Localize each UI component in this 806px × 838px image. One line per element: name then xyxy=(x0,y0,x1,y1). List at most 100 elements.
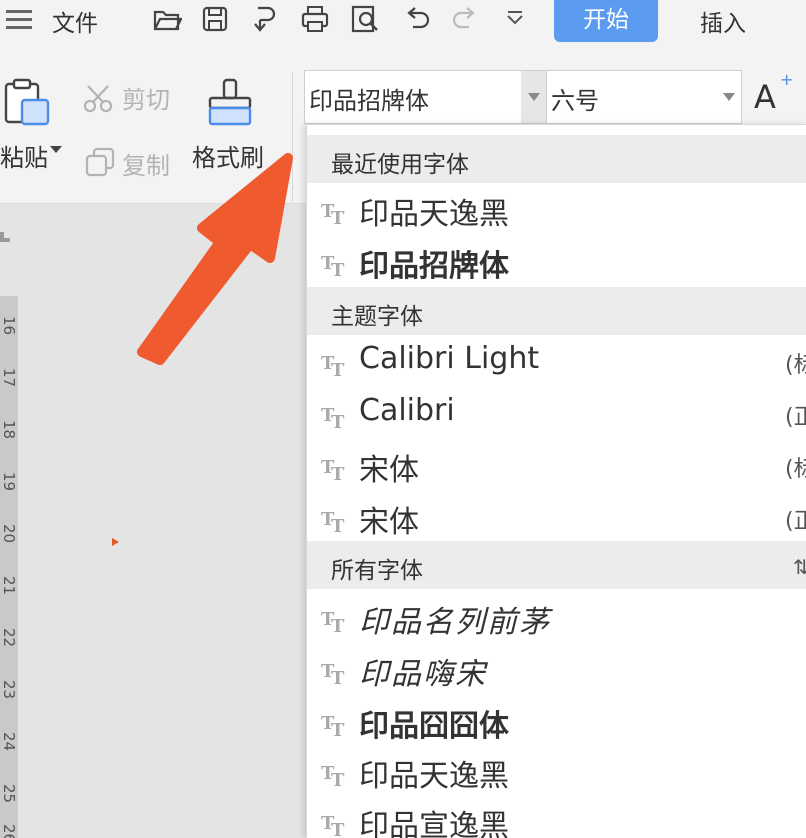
copy-icon xyxy=(85,147,115,177)
save-icon[interactable] xyxy=(200,4,230,34)
ruler-corner xyxy=(0,232,10,242)
svg-text:T: T xyxy=(331,360,345,377)
font-item-label: 印品招牌体 xyxy=(359,249,509,284)
truetype-icon: TT xyxy=(321,713,345,737)
ruler-number: 16 xyxy=(0,316,18,336)
ruler-number: 21 xyxy=(0,576,18,596)
text-cursor-marker xyxy=(112,538,119,546)
ruler-number: 26 xyxy=(0,824,18,838)
font-item[interactable]: TT 印品名列前茅 xyxy=(307,591,806,643)
font-item-label: 宋体 xyxy=(359,453,419,488)
font-item-label: 印品宣逸黑 xyxy=(359,809,509,838)
font-dropdown-panel[interactable]: 最近使用字体 TT 印品天逸黑 TT 印品招牌体 主题字体 TT Calibri… xyxy=(306,124,806,838)
font-name-value[interactable]: 印品招牌体 xyxy=(309,81,429,116)
font-item-label: 印品名列前茅 xyxy=(359,605,551,640)
ruler-number: 22 xyxy=(0,628,18,648)
font-item[interactable]: TT 印品囧囧体 xyxy=(307,695,806,747)
annotation-arrow-icon xyxy=(137,153,293,365)
font-item-tag: (标 xyxy=(785,353,806,378)
font-item[interactable]: TT 印品嗨宋 xyxy=(307,643,806,695)
print-preview-icon[interactable] xyxy=(350,4,380,34)
ruler-number: 24 xyxy=(0,732,18,752)
font-item[interactable]: TT 宋体 (正 xyxy=(307,491,806,543)
open-folder-icon[interactable] xyxy=(152,4,183,34)
paste-dropdown-icon[interactable] xyxy=(50,146,62,153)
font-item-label: 印品天逸黑 xyxy=(359,759,509,794)
more-dropdown-icon[interactable] xyxy=(500,4,530,34)
ruler-number: 17 xyxy=(0,368,18,388)
svg-text:T: T xyxy=(331,770,345,787)
scissors-icon xyxy=(83,85,113,113)
title-bar: 文件 开始 插入 xyxy=(0,0,806,42)
redo-icon[interactable] xyxy=(450,4,480,34)
undo-icon[interactable] xyxy=(402,4,432,34)
truetype-icon: TT xyxy=(321,813,345,837)
ruler-number: 23 xyxy=(0,680,18,700)
truetype-icon: TT xyxy=(321,405,345,429)
section-title: 主题字体 xyxy=(331,304,423,330)
font-item-label: Calibri xyxy=(359,393,455,428)
font-item[interactable]: TT Calibri Light (标 xyxy=(307,335,806,387)
vertical-ruler: 16 17 18 19 20 21 22 23 24 25 26 xyxy=(0,296,18,838)
svg-text:T: T xyxy=(331,464,345,481)
svg-text:T: T xyxy=(331,668,345,685)
export-icon[interactable] xyxy=(250,4,280,34)
font-item[interactable]: TT 印品天逸黑 xyxy=(307,183,806,235)
svg-text:T: T xyxy=(331,616,345,633)
font-item-label: 宋体 xyxy=(359,505,419,540)
font-item-label: 印品囧囧体 xyxy=(359,709,509,744)
truetype-icon: TT xyxy=(321,457,345,481)
paste-icon[interactable] xyxy=(2,78,52,128)
truetype-icon: TT xyxy=(321,661,345,685)
font-item[interactable]: TT Calibri (正 xyxy=(307,387,806,439)
font-item-tag: (正 xyxy=(785,405,806,430)
tab-start[interactable]: 开始 xyxy=(554,0,658,42)
truetype-icon: TT xyxy=(321,353,345,377)
ruler-number: 25 xyxy=(0,784,18,804)
font-item-tag: (正 xyxy=(785,509,806,534)
ruler-number: 18 xyxy=(0,420,18,440)
section-title: 所有字体 xyxy=(331,558,423,584)
sort-icon[interactable]: ⇅ xyxy=(793,555,806,579)
font-item-label: 印品天逸黑 xyxy=(359,197,509,232)
section-title: 最近使用字体 xyxy=(331,152,469,178)
file-menu[interactable]: 文件 xyxy=(52,4,98,38)
font-size-combobox[interactable]: 六号 xyxy=(546,70,742,124)
svg-text:T: T xyxy=(331,260,345,277)
truetype-icon: TT xyxy=(321,609,345,633)
truetype-icon: TT xyxy=(321,509,345,533)
increase-font-size-button[interactable]: A + xyxy=(754,70,793,116)
svg-text:T: T xyxy=(331,516,345,533)
format-painter-icon[interactable] xyxy=(206,78,254,128)
svg-text:T: T xyxy=(331,720,345,737)
tab-insert[interactable]: 插入 xyxy=(700,4,746,38)
font-item[interactable]: TT 印品宣逸黑 xyxy=(307,795,806,838)
font-item[interactable]: TT 宋体 (标 xyxy=(307,439,806,491)
svg-text:T: T xyxy=(331,412,345,429)
grow-font-plus: + xyxy=(780,70,794,89)
ruler-number: 20 xyxy=(0,524,18,544)
ruler-number: 19 xyxy=(0,472,18,492)
print-icon[interactable] xyxy=(300,4,330,34)
cut-button[interactable]: 剪切 xyxy=(122,80,170,115)
font-item[interactable]: TT 印品天逸黑 xyxy=(307,745,806,797)
truetype-icon: TT xyxy=(321,201,345,225)
grow-font-letter: A xyxy=(754,78,776,116)
font-name-dropdown-icon[interactable] xyxy=(521,71,547,123)
paste-button[interactable]: 粘贴 xyxy=(0,138,48,173)
section-all-fonts: 所有字体 ⇅ xyxy=(307,541,806,589)
font-item-label: Calibri Light xyxy=(359,341,540,376)
svg-text:T: T xyxy=(331,208,345,225)
font-item-tag: (标 xyxy=(785,457,806,482)
truetype-icon: TT xyxy=(321,763,345,787)
truetype-icon: TT xyxy=(321,253,345,277)
section-recent-fonts: 最近使用字体 xyxy=(307,135,806,183)
font-item-label: 印品嗨宋 xyxy=(359,657,487,692)
hamburger-menu-icon[interactable] xyxy=(4,8,34,30)
font-size-value[interactable]: 六号 xyxy=(551,81,599,116)
font-size-dropdown-icon[interactable] xyxy=(723,93,735,101)
font-item[interactable]: TT 印品招牌体 xyxy=(307,235,806,287)
section-theme-fonts: 主题字体 xyxy=(307,287,806,335)
svg-text:T: T xyxy=(331,820,345,837)
font-name-combobox[interactable]: 印品招牌体 xyxy=(304,70,548,124)
